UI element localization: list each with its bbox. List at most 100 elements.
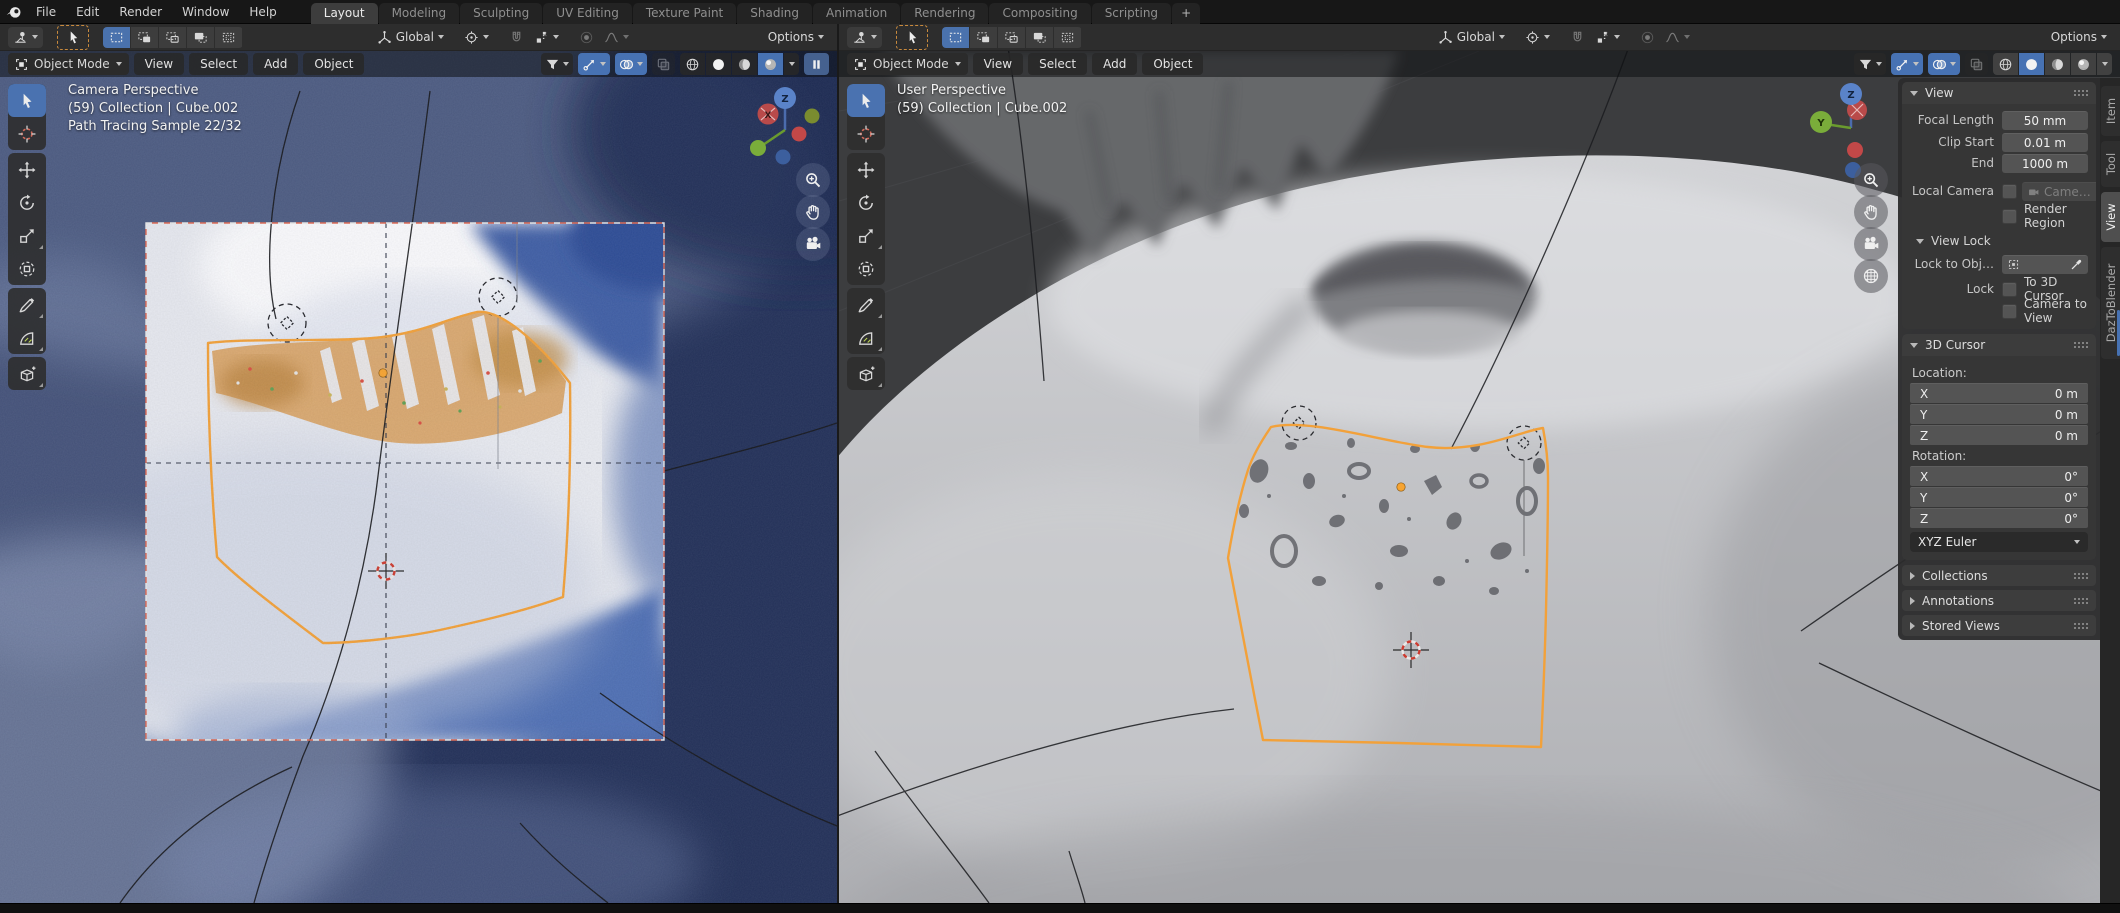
shading-dropdown[interactable] xyxy=(2097,53,2112,75)
cursor-rotation-x[interactable]: X 0° xyxy=(1910,466,2088,486)
transform-orientation-dropdown[interactable]: Global xyxy=(372,27,449,48)
menu-render[interactable]: Render xyxy=(109,0,172,24)
tool-cursor[interactable] xyxy=(847,117,885,150)
clear-icon[interactable] xyxy=(2095,185,2096,198)
select-mode-subtract[interactable] xyxy=(998,27,1025,48)
cursor-rotation-y[interactable]: Y 0° xyxy=(1910,487,2088,507)
sidebar-tab-item[interactable]: Item xyxy=(2101,86,2120,136)
menu-file[interactable]: File xyxy=(26,0,66,24)
active-tool-select-box[interactable] xyxy=(57,25,89,50)
tool-rotate[interactable] xyxy=(8,186,46,219)
show-overlays-toggle[interactable] xyxy=(615,53,647,75)
tab-modeling[interactable]: Modeling xyxy=(379,3,460,24)
panel-3d-cursor-header[interactable]: 3D Cursor xyxy=(1902,334,2096,356)
tab-sculpting[interactable]: Sculpting xyxy=(460,3,542,24)
proportional-falloff-dropdown[interactable] xyxy=(1660,27,1695,48)
focal-length-field[interactable]: 50 mm xyxy=(2002,111,2088,130)
lock-to-3d-cursor-checkbox[interactable] xyxy=(2002,282,2017,297)
select-mode-subtract[interactable] xyxy=(159,27,186,48)
cursor-location-x[interactable]: X 0 m xyxy=(1910,383,2088,403)
zoom-button[interactable] xyxy=(1854,163,1888,197)
tool-select-box[interactable] xyxy=(8,84,46,117)
snap-toggle[interactable] xyxy=(504,27,529,48)
panel-annotations[interactable]: Annotations xyxy=(1902,590,2096,611)
mode-dropdown[interactable]: Object Mode xyxy=(847,53,968,75)
panel-collections[interactable]: Collections xyxy=(1902,565,2096,586)
cursor-location-z[interactable]: Z 0 m xyxy=(1910,425,2088,445)
panel-stored-views[interactable]: Stored Views xyxy=(1902,615,2096,636)
tab-uv-editing[interactable]: UV Editing xyxy=(543,3,632,24)
shading-solid[interactable] xyxy=(2019,53,2044,75)
transform-orientation-dropdown[interactable]: Global xyxy=(1433,27,1510,48)
clip-start-field[interactable]: 0.01 m xyxy=(2002,133,2088,152)
tab-texture-paint[interactable]: Texture Paint xyxy=(633,3,736,24)
tool-scale[interactable] xyxy=(8,219,46,252)
tab-layout[interactable]: Layout xyxy=(311,3,378,24)
drag-handle-icon[interactable] xyxy=(2073,597,2088,605)
zoom-button[interactable] xyxy=(796,163,830,197)
proportional-editing-toggle[interactable] xyxy=(1635,27,1660,48)
tool-annotate[interactable] xyxy=(8,288,46,321)
proportional-falloff-dropdown[interactable] xyxy=(599,27,634,48)
menu-help[interactable]: Help xyxy=(239,0,286,24)
blender-logo-icon[interactable] xyxy=(0,0,26,24)
render-region-checkbox[interactable] xyxy=(2002,209,2017,224)
editor-type-button[interactable] xyxy=(8,27,43,48)
drag-handle-icon[interactable] xyxy=(2073,341,2088,349)
orthographic-toggle-button[interactable] xyxy=(1854,259,1888,293)
sidebar-tab-view[interactable]: View xyxy=(2101,192,2120,242)
shading-material[interactable] xyxy=(2045,53,2070,75)
menu-edit[interactable]: Edit xyxy=(66,0,109,24)
add-workspace-button[interactable]: + xyxy=(1172,3,1200,24)
tool-rotate[interactable] xyxy=(847,186,885,219)
show-overlays-toggle[interactable] xyxy=(1928,53,1960,75)
tab-animation[interactable]: Animation xyxy=(813,3,900,24)
select-mode-intersect[interactable] xyxy=(1054,27,1081,48)
shading-rendered[interactable] xyxy=(2071,53,2096,75)
rotation-order-dropdown[interactable]: XYZ Euler xyxy=(1910,532,2088,552)
select-mode-set[interactable] xyxy=(103,27,130,48)
snap-toggle[interactable] xyxy=(1565,27,1590,48)
drag-handle-icon[interactable] xyxy=(2073,622,2088,630)
drag-handle-icon[interactable] xyxy=(2073,572,2088,580)
tab-shading[interactable]: Shading xyxy=(737,3,812,24)
select-mode-extend[interactable] xyxy=(131,27,158,48)
active-tool-select-box[interactable] xyxy=(896,25,928,50)
camera-to-view-checkbox[interactable] xyxy=(2002,304,2017,319)
shading-wireframe[interactable] xyxy=(1993,53,2018,75)
select-mode-intersect[interactable] xyxy=(215,27,242,48)
xray-toggle[interactable] xyxy=(1965,53,1988,75)
menu-object[interactable]: Object xyxy=(1142,53,1203,75)
pan-button[interactable] xyxy=(1854,195,1888,229)
cursor-location-y[interactable]: Y 0 m xyxy=(1910,404,2088,424)
pivot-point-dropdown[interactable] xyxy=(1520,27,1555,48)
axis-gizmo-left[interactable]: X Z xyxy=(748,68,832,178)
select-mode-invert[interactable] xyxy=(187,27,214,48)
tool-measure[interactable] xyxy=(8,321,46,354)
viewport-canvas-left[interactable] xyxy=(0,51,837,903)
select-mode-set[interactable] xyxy=(942,27,969,48)
select-mode-extend[interactable] xyxy=(970,27,997,48)
tab-scripting[interactable]: Scripting xyxy=(1092,3,1171,24)
tool-move[interactable] xyxy=(8,153,46,186)
tool-add-primitive[interactable] xyxy=(8,357,46,390)
menu-window[interactable]: Window xyxy=(172,0,239,24)
show-gizmo-toggle[interactable] xyxy=(1891,53,1923,75)
menu-select[interactable]: Select xyxy=(189,53,248,75)
local-camera-checkbox[interactable] xyxy=(2002,184,2017,199)
show-gizmo-toggle[interactable] xyxy=(578,53,610,75)
tool-add-primitive[interactable] xyxy=(847,357,885,390)
camera-view-button[interactable] xyxy=(796,227,830,261)
eyedropper-icon[interactable] xyxy=(2070,258,2083,271)
menu-object[interactable]: Object xyxy=(303,53,364,75)
pan-button[interactable] xyxy=(796,195,830,229)
tool-measure[interactable] xyxy=(847,321,885,354)
tool-move[interactable] xyxy=(847,153,885,186)
options-dropdown[interactable]: Options xyxy=(2046,27,2112,48)
view-lock-subpanel-header[interactable]: View Lock xyxy=(1916,232,2088,250)
tool-select-box[interactable] xyxy=(847,84,885,117)
menu-add[interactable]: Add xyxy=(253,53,298,75)
shading-wireframe[interactable] xyxy=(680,53,705,75)
panel-view-header[interactable]: View xyxy=(1902,82,2096,104)
drag-handle-icon[interactable] xyxy=(2073,89,2088,97)
